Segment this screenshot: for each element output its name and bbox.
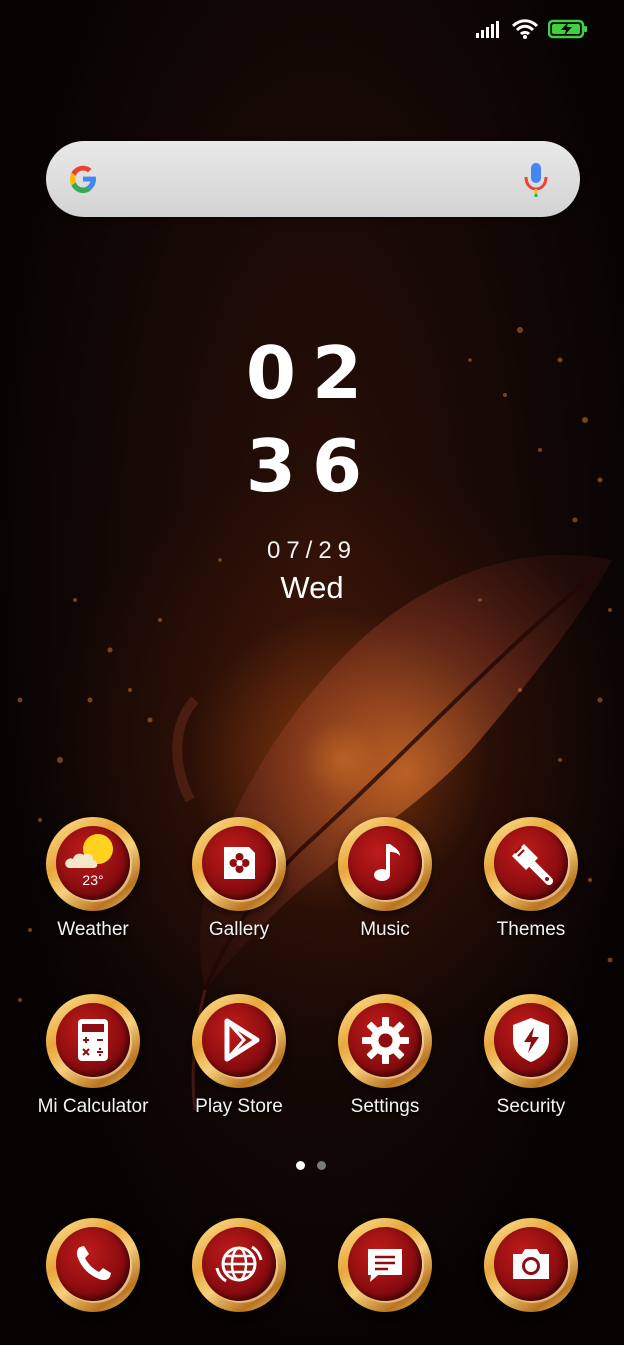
app-label: Weather — [57, 919, 129, 940]
app-label: Play Store — [195, 1096, 283, 1117]
clock-minutes[interactable]: 36 — [0, 430, 624, 502]
dock-camera[interactable] — [458, 1218, 604, 1312]
page-dot-2[interactable] — [317, 1161, 326, 1170]
app-label: Settings — [350, 1096, 420, 1117]
dock-browser[interactable] — [166, 1218, 312, 1312]
weather-icon: 23° — [46, 817, 140, 911]
google-search-bar[interactable] — [46, 141, 580, 217]
app-label: Themes — [496, 919, 566, 940]
wifi-icon — [512, 19, 538, 39]
shield-lightning-icon — [484, 994, 578, 1088]
signal-icon — [476, 21, 499, 38]
app-settings[interactable]: Settings — [312, 994, 458, 1118]
app-label: Security — [496, 1096, 566, 1117]
status-bar — [476, 14, 588, 44]
app-themes[interactable]: Themes — [458, 817, 604, 941]
mic-icon[interactable] — [522, 161, 550, 199]
app-label: Gallery — [208, 919, 270, 940]
music-note-icon — [338, 817, 432, 911]
messages-icon — [338, 1218, 432, 1312]
search-input[interactable] — [116, 159, 510, 201]
app-play-store[interactable]: Play Store — [166, 994, 312, 1118]
gallery-icon — [192, 817, 286, 911]
day-text[interactable]: Wed — [0, 570, 624, 606]
app-label: Music — [360, 919, 410, 940]
app-music[interactable]: Music — [312, 817, 458, 941]
dock-messages[interactable] — [312, 1218, 458, 1312]
clock-hours[interactable]: 02 — [0, 337, 624, 409]
camera-icon — [484, 1218, 578, 1312]
phone-icon — [46, 1218, 140, 1312]
app-security[interactable]: Security — [458, 994, 604, 1118]
app-label: Mi Calculator — [37, 1096, 149, 1117]
browser-globe-icon — [192, 1218, 286, 1312]
page-indicator[interactable] — [296, 1161, 326, 1170]
weather-temperature: 23° — [82, 872, 104, 888]
page-dot-1[interactable] — [296, 1161, 305, 1170]
paint-brush-icon — [484, 817, 578, 911]
gear-icon — [338, 994, 432, 1088]
app-gallery[interactable]: Gallery — [166, 817, 312, 941]
google-g-icon — [70, 165, 96, 193]
date-text[interactable]: 07/29 — [0, 537, 624, 565]
play-store-icon — [192, 994, 286, 1088]
dock-phone[interactable] — [20, 1218, 166, 1312]
app-weather[interactable]: 23° Weather — [20, 817, 166, 941]
battery-charging-icon — [548, 19, 587, 39]
calculator-icon — [46, 994, 140, 1088]
app-mi-calculator[interactable]: Mi Calculator — [20, 994, 166, 1118]
